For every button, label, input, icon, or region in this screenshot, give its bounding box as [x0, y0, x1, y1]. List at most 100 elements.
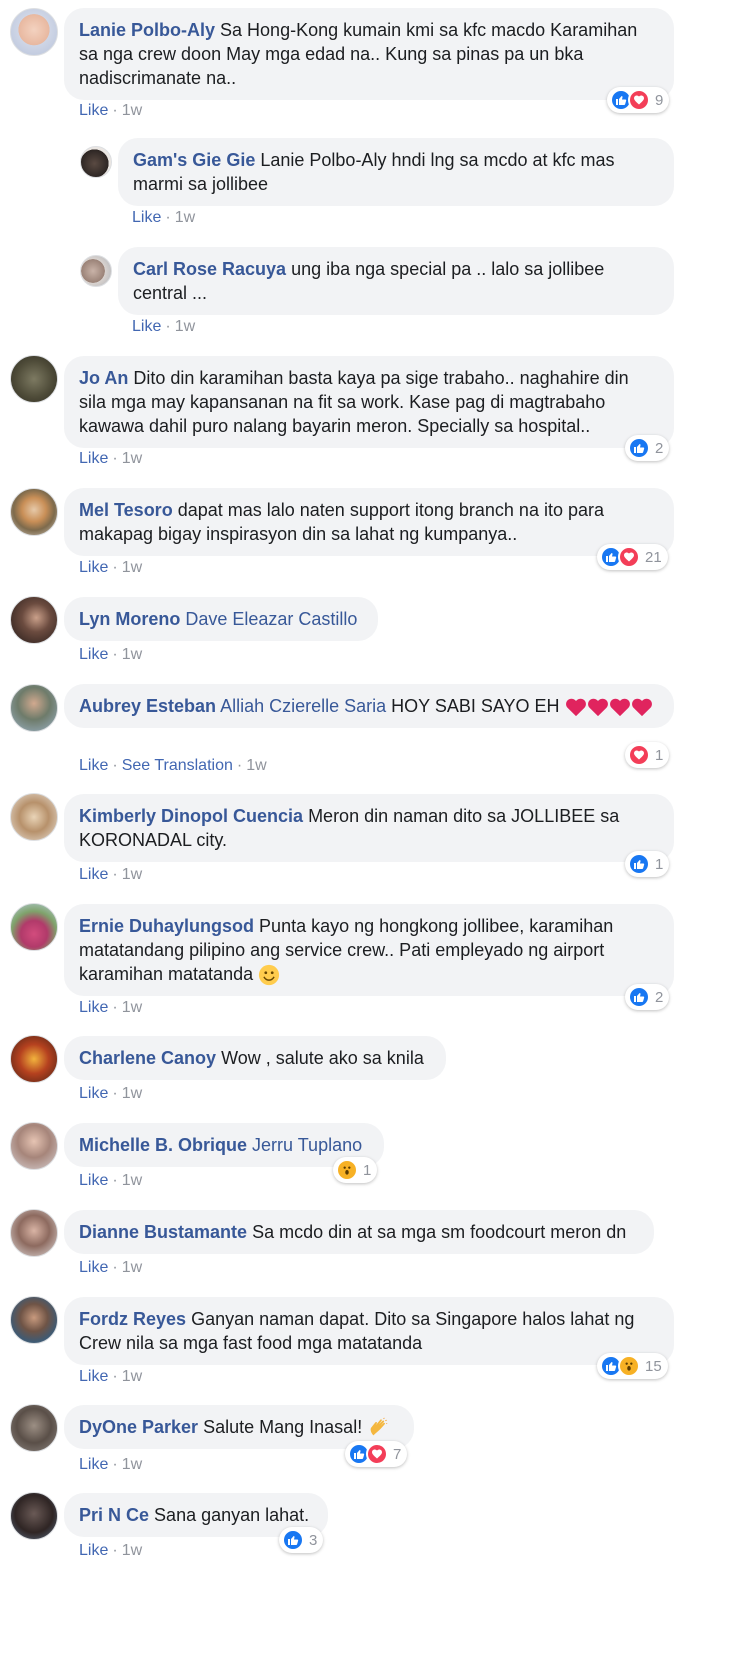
commenter-name[interactable]: Carl Rose Racuya — [133, 259, 286, 279]
reactions-badge[interactable]: 15 — [597, 1353, 668, 1379]
avatar[interactable] — [10, 1296, 58, 1344]
comment-time[interactable]: 1w — [122, 1085, 142, 1102]
commenter-name[interactable]: Michelle B. Obrique — [79, 1135, 247, 1155]
reactions-badge[interactable]: 2 — [625, 984, 670, 1010]
reactions-badge[interactable]: 9 — [607, 87, 670, 113]
like-button[interactable]: Like — [79, 450, 108, 467]
commenter-name[interactable]: Dianne Bustamante — [79, 1222, 247, 1242]
avatar[interactable] — [10, 1122, 58, 1170]
comment-time[interactable]: 1w — [122, 999, 142, 1016]
avatar[interactable] — [10, 903, 58, 951]
separator: · — [112, 450, 118, 467]
comment-actions: Like · 1w — [79, 449, 142, 469]
mention-link[interactable]: Dave Eleazar Castillo — [185, 609, 357, 629]
see-translation-link[interactable]: See Translation — [122, 757, 233, 774]
separator: · — [165, 318, 171, 335]
like-button[interactable]: Like — [79, 757, 108, 774]
reactions-badge[interactable]: 1 — [333, 1157, 378, 1183]
comment-bubble: Lanie Polbo-Aly Sa Hong-Kong kumain kmi … — [64, 8, 674, 100]
like-button[interactable]: Like — [79, 1368, 108, 1385]
commenter-name[interactable]: Ernie Duhaylungsod — [79, 916, 254, 936]
reactions-badge[interactable]: 3 — [279, 1527, 324, 1553]
commenter-name[interactable]: DyOne Parker — [79, 1417, 198, 1437]
commenter-name[interactable]: Aubrey Esteban — [79, 696, 216, 716]
comment-bubble: Mel Tesoro dapat mas lalo naten support … — [64, 488, 674, 556]
reactions-badge[interactable]: 1 — [625, 742, 670, 768]
heart-emoji-icon — [565, 698, 586, 717]
mention-link[interactable]: Jerru Tuplano — [252, 1135, 362, 1155]
like-button[interactable]: Like — [79, 1259, 108, 1276]
like-button[interactable]: Like — [79, 646, 108, 663]
commenter-name[interactable]: Gam's Gie Gie — [133, 150, 255, 170]
reaction-count: 1 — [655, 855, 664, 873]
comment-actions: Like · 1w — [79, 1367, 142, 1387]
comment-time[interactable]: 1w — [122, 646, 142, 663]
reactions-badge[interactable]: 7 — [345, 1441, 408, 1467]
smile-emoji-icon — [259, 965, 280, 986]
commenter-name[interactable]: Lyn Moreno — [79, 609, 180, 629]
commenter-name[interactable]: Charlene Canoy — [79, 1048, 216, 1068]
reaction-count: 1 — [655, 746, 664, 764]
avatar[interactable] — [10, 793, 58, 841]
commenter-name[interactable]: Pri N Ce — [79, 1505, 149, 1525]
commenter-name[interactable]: Mel Tesoro — [79, 500, 173, 520]
like-button[interactable]: Like — [132, 209, 161, 226]
like-button[interactable]: Like — [79, 1085, 108, 1102]
comment-time[interactable]: 1w — [122, 1456, 142, 1473]
comment-time[interactable]: 1w — [122, 102, 142, 119]
comment-time[interactable]: 1w — [122, 1368, 142, 1385]
like-button[interactable]: Like — [132, 318, 161, 335]
mention-link[interactable]: Alliah Czierelle Saria — [220, 696, 386, 716]
love-reaction-icon — [628, 744, 650, 766]
comment-time[interactable]: 1w — [175, 209, 195, 226]
wow-reaction-icon — [336, 1159, 358, 1181]
commenter-name[interactable]: Fordz Reyes — [79, 1309, 186, 1329]
separator: · — [112, 1172, 118, 1189]
comment-bubble: Ernie Duhaylungsod Punta kayo ng hongkon… — [64, 904, 674, 997]
like-button[interactable]: Like — [79, 102, 108, 119]
heart-emoji-icon — [631, 698, 652, 717]
comment-actions: Like · 1w — [79, 1258, 142, 1278]
comment-actions: Like · 1w — [79, 101, 142, 121]
comment-time[interactable]: 1w — [122, 1259, 142, 1276]
avatar[interactable] — [10, 1492, 58, 1540]
avatar[interactable] — [10, 596, 58, 644]
avatar[interactable] — [80, 255, 112, 287]
comment-time[interactable]: 1w — [122, 559, 142, 576]
comment-time[interactable]: 1w — [122, 1172, 142, 1189]
avatar[interactable] — [10, 488, 58, 536]
commenter-name[interactable]: Kimberly Dinopol Cuencia — [79, 806, 303, 826]
avatar[interactable] — [10, 355, 58, 403]
avatar[interactable] — [10, 1035, 58, 1083]
reactions-badge[interactable]: 21 — [597, 544, 668, 570]
comment-time[interactable]: 1w — [122, 450, 142, 467]
avatar[interactable] — [10, 1404, 58, 1452]
like-button[interactable]: Like — [79, 999, 108, 1016]
comment-time[interactable]: 1w — [246, 757, 266, 774]
comment-actions: Like · 1w — [79, 998, 142, 1018]
like-button[interactable]: Like — [79, 559, 108, 576]
comment-bubble: Gam's Gie Gie Lanie Polbo-Aly hndi lng s… — [118, 138, 674, 206]
separator: · — [112, 866, 118, 883]
like-button[interactable]: Like — [79, 1542, 108, 1559]
avatar[interactable] — [10, 684, 58, 732]
comment-time[interactable]: 1w — [122, 1542, 142, 1559]
separator: · — [112, 999, 118, 1016]
reactions-badge[interactable]: 1 — [625, 851, 670, 877]
like-reaction-icon — [282, 1529, 304, 1551]
like-button[interactable]: Like — [79, 1456, 108, 1473]
comment-actions: Like · 1w — [132, 208, 195, 228]
avatar[interactable] — [10, 8, 58, 56]
wow-reaction-icon — [618, 1355, 640, 1377]
like-button[interactable]: Like — [79, 866, 108, 883]
avatar[interactable] — [10, 1209, 58, 1257]
comment-bubble: Lyn Moreno Dave Eleazar Castillo — [64, 597, 378, 641]
commenter-name[interactable]: Lanie Polbo-Aly — [79, 20, 215, 40]
avatar[interactable] — [80, 146, 112, 178]
separator: · — [112, 1259, 118, 1276]
like-button[interactable]: Like — [79, 1172, 108, 1189]
comment-time[interactable]: 1w — [122, 866, 142, 883]
reactions-badge[interactable]: 2 — [625, 435, 670, 461]
commenter-name[interactable]: Jo An — [79, 368, 128, 388]
comment-time[interactable]: 1w — [175, 318, 195, 335]
